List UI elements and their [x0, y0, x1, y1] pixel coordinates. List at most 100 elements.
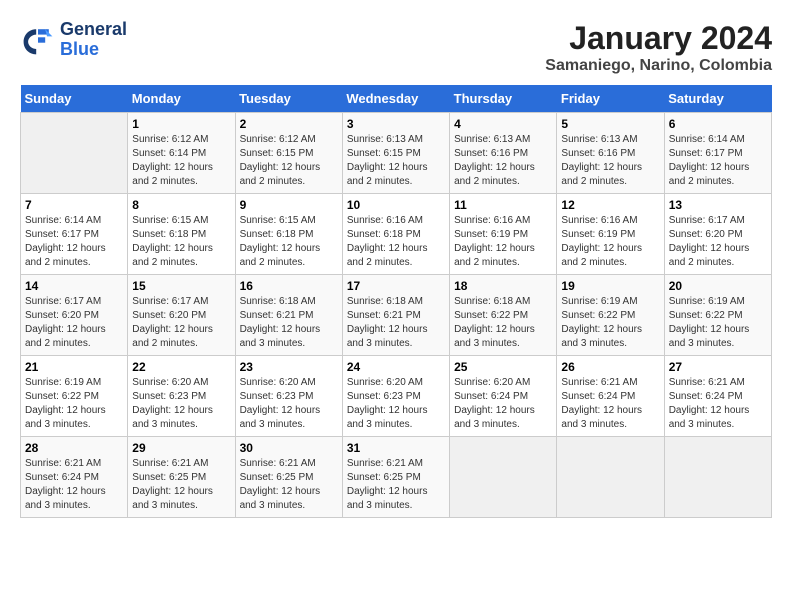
daylight-text: Daylight: 12 hours and 2 minutes. — [240, 242, 338, 270]
sunset-text: Sunset: 6:21 PM — [347, 309, 445, 323]
day-info: Sunrise: 6:21 AM Sunset: 6:25 PM Dayligh… — [347, 457, 445, 513]
calendar-cell: 12 Sunrise: 6:16 AM Sunset: 6:19 PM Dayl… — [557, 194, 664, 275]
sunset-text: Sunset: 6:22 PM — [561, 309, 659, 323]
day-info: Sunrise: 6:20 AM Sunset: 6:23 PM Dayligh… — [240, 376, 338, 432]
sunset-text: Sunset: 6:22 PM — [25, 390, 123, 404]
sunset-text: Sunset: 6:20 PM — [669, 228, 767, 242]
daylight-text: Daylight: 12 hours and 2 minutes. — [347, 161, 445, 189]
day-number: 19 — [561, 279, 659, 293]
daylight-text: Daylight: 12 hours and 3 minutes. — [454, 404, 552, 432]
sunset-text: Sunset: 6:20 PM — [25, 309, 123, 323]
sunset-text: Sunset: 6:17 PM — [669, 147, 767, 161]
calendar-cell: 26 Sunrise: 6:21 AM Sunset: 6:24 PM Dayl… — [557, 356, 664, 437]
sunrise-text: Sunrise: 6:13 AM — [347, 133, 445, 147]
calendar-cell — [664, 437, 771, 518]
daylight-text: Daylight: 12 hours and 2 minutes. — [561, 242, 659, 270]
title-block: January 2024 Samaniego, Narino, Colombia — [545, 20, 772, 75]
day-number: 12 — [561, 198, 659, 212]
daylight-text: Daylight: 12 hours and 3 minutes. — [561, 323, 659, 351]
day-info: Sunrise: 6:17 AM Sunset: 6:20 PM Dayligh… — [25, 295, 123, 351]
day-number: 4 — [454, 117, 552, 131]
calendar-cell: 28 Sunrise: 6:21 AM Sunset: 6:24 PM Dayl… — [21, 437, 128, 518]
daylight-text: Daylight: 12 hours and 3 minutes. — [132, 404, 230, 432]
daylight-text: Daylight: 12 hours and 2 minutes. — [25, 323, 123, 351]
day-number: 20 — [669, 279, 767, 293]
daylight-text: Daylight: 12 hours and 3 minutes. — [240, 404, 338, 432]
day-number: 13 — [669, 198, 767, 212]
calendar-cell — [450, 437, 557, 518]
sunrise-text: Sunrise: 6:18 AM — [347, 295, 445, 309]
day-number: 2 — [240, 117, 338, 131]
day-info: Sunrise: 6:16 AM Sunset: 6:19 PM Dayligh… — [561, 214, 659, 270]
sunrise-text: Sunrise: 6:20 AM — [347, 376, 445, 390]
sunrise-text: Sunrise: 6:21 AM — [561, 376, 659, 390]
sunrise-text: Sunrise: 6:20 AM — [240, 376, 338, 390]
page-header: General Blue January 2024 Samaniego, Nar… — [20, 20, 772, 75]
sunrise-text: Sunrise: 6:17 AM — [132, 295, 230, 309]
day-info: Sunrise: 6:14 AM Sunset: 6:17 PM Dayligh… — [25, 214, 123, 270]
calendar-cell: 20 Sunrise: 6:19 AM Sunset: 6:22 PM Dayl… — [664, 275, 771, 356]
day-number: 11 — [454, 198, 552, 212]
sunrise-text: Sunrise: 6:21 AM — [240, 457, 338, 471]
daylight-text: Daylight: 12 hours and 2 minutes. — [454, 242, 552, 270]
day-number: 28 — [25, 441, 123, 455]
day-info: Sunrise: 6:17 AM Sunset: 6:20 PM Dayligh… — [669, 214, 767, 270]
calendar-cell: 30 Sunrise: 6:21 AM Sunset: 6:25 PM Dayl… — [235, 437, 342, 518]
day-info: Sunrise: 6:16 AM Sunset: 6:19 PM Dayligh… — [454, 214, 552, 270]
sunrise-text: Sunrise: 6:21 AM — [347, 457, 445, 471]
day-number: 22 — [132, 360, 230, 374]
day-info: Sunrise: 6:18 AM Sunset: 6:21 PM Dayligh… — [240, 295, 338, 351]
daylight-text: Daylight: 12 hours and 2 minutes. — [561, 161, 659, 189]
sunrise-text: Sunrise: 6:21 AM — [132, 457, 230, 471]
calendar-cell: 7 Sunrise: 6:14 AM Sunset: 6:17 PM Dayli… — [21, 194, 128, 275]
calendar-week-row: 14 Sunrise: 6:17 AM Sunset: 6:20 PM Dayl… — [21, 275, 772, 356]
day-info: Sunrise: 6:13 AM Sunset: 6:16 PM Dayligh… — [454, 133, 552, 189]
calendar-cell — [21, 113, 128, 194]
day-number: 24 — [347, 360, 445, 374]
calendar-cell: 13 Sunrise: 6:17 AM Sunset: 6:20 PM Dayl… — [664, 194, 771, 275]
calendar-day-header: Thursday — [450, 85, 557, 113]
day-info: Sunrise: 6:21 AM Sunset: 6:25 PM Dayligh… — [132, 457, 230, 513]
daylight-text: Daylight: 12 hours and 3 minutes. — [25, 404, 123, 432]
day-number: 29 — [132, 441, 230, 455]
sunset-text: Sunset: 6:20 PM — [132, 309, 230, 323]
day-number: 5 — [561, 117, 659, 131]
day-number: 23 — [240, 360, 338, 374]
calendar-cell: 4 Sunrise: 6:13 AM Sunset: 6:16 PM Dayli… — [450, 113, 557, 194]
day-number: 15 — [132, 279, 230, 293]
calendar-cell: 18 Sunrise: 6:18 AM Sunset: 6:22 PM Dayl… — [450, 275, 557, 356]
calendar-header-row: SundayMondayTuesdayWednesdayThursdayFrid… — [21, 85, 772, 113]
sunset-text: Sunset: 6:25 PM — [132, 471, 230, 485]
daylight-text: Daylight: 12 hours and 2 minutes. — [669, 161, 767, 189]
sunrise-text: Sunrise: 6:21 AM — [25, 457, 123, 471]
sunset-text: Sunset: 6:16 PM — [454, 147, 552, 161]
day-number: 17 — [347, 279, 445, 293]
calendar-day-header: Saturday — [664, 85, 771, 113]
sunrise-text: Sunrise: 6:12 AM — [240, 133, 338, 147]
day-number: 8 — [132, 198, 230, 212]
day-number: 9 — [240, 198, 338, 212]
calendar-cell: 11 Sunrise: 6:16 AM Sunset: 6:19 PM Dayl… — [450, 194, 557, 275]
calendar-cell: 23 Sunrise: 6:20 AM Sunset: 6:23 PM Dayl… — [235, 356, 342, 437]
sunrise-text: Sunrise: 6:17 AM — [25, 295, 123, 309]
calendar-cell: 10 Sunrise: 6:16 AM Sunset: 6:18 PM Dayl… — [342, 194, 449, 275]
day-info: Sunrise: 6:15 AM Sunset: 6:18 PM Dayligh… — [132, 214, 230, 270]
calendar-cell: 15 Sunrise: 6:17 AM Sunset: 6:20 PM Dayl… — [128, 275, 235, 356]
calendar-cell — [557, 437, 664, 518]
calendar-cell: 22 Sunrise: 6:20 AM Sunset: 6:23 PM Dayl… — [128, 356, 235, 437]
daylight-text: Daylight: 12 hours and 2 minutes. — [454, 161, 552, 189]
daylight-text: Daylight: 12 hours and 2 minutes. — [132, 161, 230, 189]
day-number: 7 — [25, 198, 123, 212]
daylight-text: Daylight: 12 hours and 3 minutes. — [347, 485, 445, 513]
calendar-cell: 27 Sunrise: 6:21 AM Sunset: 6:24 PM Dayl… — [664, 356, 771, 437]
calendar-day-header: Monday — [128, 85, 235, 113]
day-info: Sunrise: 6:20 AM Sunset: 6:23 PM Dayligh… — [132, 376, 230, 432]
daylight-text: Daylight: 12 hours and 3 minutes. — [669, 323, 767, 351]
calendar-week-row: 21 Sunrise: 6:19 AM Sunset: 6:22 PM Dayl… — [21, 356, 772, 437]
daylight-text: Daylight: 12 hours and 3 minutes. — [347, 323, 445, 351]
day-info: Sunrise: 6:19 AM Sunset: 6:22 PM Dayligh… — [561, 295, 659, 351]
sunrise-text: Sunrise: 6:19 AM — [561, 295, 659, 309]
day-info: Sunrise: 6:17 AM Sunset: 6:20 PM Dayligh… — [132, 295, 230, 351]
sunrise-text: Sunrise: 6:14 AM — [669, 133, 767, 147]
sunrise-text: Sunrise: 6:13 AM — [454, 133, 552, 147]
